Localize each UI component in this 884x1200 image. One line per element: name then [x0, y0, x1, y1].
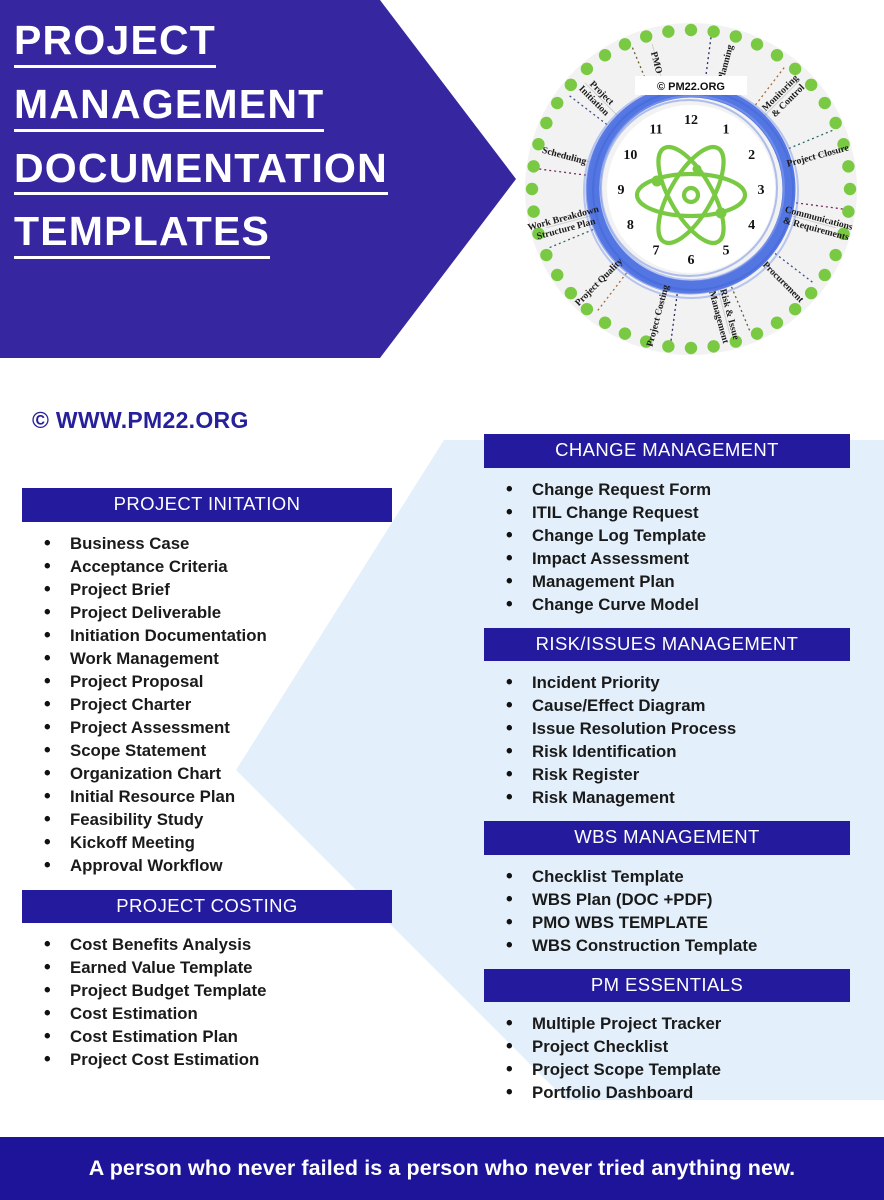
wheel-clock-number: 3 [758, 183, 765, 198]
title-line-4: TEMPLATES [14, 211, 271, 260]
wheel-brand-label: © PM22.ORG [635, 76, 747, 95]
wheel-clock-number: 9 [618, 183, 625, 198]
list-project-initation: Business Case Acceptance Criteria Projec… [22, 531, 392, 879]
wheel-clock-number: 11 [649, 122, 662, 137]
wheel-clock-number: 7 [653, 244, 660, 259]
title-line-3: DOCUMENTATION [14, 147, 388, 196]
section-header-risk-issues-management: RISK/ISSUES MANAGEMENT [484, 627, 850, 661]
list-item[interactable]: Earned Value Template [44, 955, 392, 981]
wheel-clock-number: 1 [723, 122, 730, 137]
list-item[interactable]: Cost Benefits Analysis [44, 932, 392, 958]
list-project-costing: Cost Benefits Analysis Earned Value Temp… [22, 932, 392, 1073]
list-item[interactable]: Change Curve Model [506, 592, 850, 618]
title-line-1: PROJECT [14, 19, 217, 68]
list-item[interactable]: Cause/Effect Diagram [506, 693, 850, 719]
list-item[interactable]: Issue Resolution Process [506, 716, 850, 742]
list-item[interactable]: Project Brief [44, 577, 392, 603]
list-item[interactable]: PMO WBS TEMPLATE [506, 910, 850, 936]
wheel-brand-text: © PM22.ORG [657, 81, 725, 93]
list-item[interactable]: Project Checklist [506, 1034, 850, 1060]
list-item[interactable]: Business Case [44, 531, 392, 557]
list-item[interactable]: WBS Plan (DOC +PDF) [506, 887, 850, 913]
list-item[interactable]: ITIL Change Request [506, 500, 850, 526]
wheel-clock-number: 6 [688, 253, 695, 268]
footer-quote-text: A person who never failed is a person wh… [88, 1156, 796, 1180]
list-item[interactable]: Approval Workflow [44, 853, 392, 879]
list-item[interactable]: Incident Priority [506, 670, 850, 696]
wheel-clock-number: 8 [627, 218, 634, 233]
list-item[interactable]: Cost Estimation [44, 1001, 392, 1027]
list-item[interactable]: Impact Assessment [506, 546, 850, 572]
infographic-page: PROJECT MANAGEMENT DOCUMENTATION TEMPLAT… [0, 0, 884, 1200]
list-pm-essentials: Multiple Project Tracker Project Checkli… [484, 1011, 850, 1106]
list-item[interactable]: Project Deliverable [44, 600, 392, 626]
section-header-wbs-management: WBS MANAGEMENT [484, 821, 850, 855]
pm-lifecycle-wheel: 1 2 3 4 5 6 7 8 9 10 11 12 Planning Monitoring & Cont… [503, 3, 879, 375]
list-wbs-management: Checklist Template WBS Plan (DOC +PDF) P… [484, 864, 850, 959]
list-item[interactable]: Project Scope Template [506, 1057, 850, 1083]
wheel-clock-number: 10 [623, 148, 637, 163]
list-item[interactable]: Change Request Form [506, 477, 850, 503]
list-item[interactable]: Organization Chart [44, 761, 392, 787]
section-header-project-initation: PROJECT INITATION [22, 488, 392, 522]
section-header-pm-essentials: PM ESSENTIALS [484, 968, 850, 1002]
site-url-label: © WWW.PM22.ORG [32, 407, 249, 433]
list-item[interactable]: Multiple Project Tracker [506, 1011, 850, 1037]
list-item[interactable]: Risk Management [506, 785, 850, 811]
list-item[interactable]: Cost Estimation Plan [44, 1024, 392, 1050]
list-item[interactable]: Project Budget Template [44, 978, 392, 1004]
title-banner: PROJECT MANAGEMENT DOCUMENTATION TEMPLAT… [0, 0, 516, 358]
list-item[interactable]: Project Proposal [44, 669, 392, 695]
list-item[interactable]: Project Cost Estimation [44, 1047, 392, 1073]
list-item[interactable]: Project Charter [44, 692, 392, 718]
list-change-management: Change Request Form ITIL Change Request … [484, 477, 850, 618]
list-item[interactable]: Feasibility Study [44, 807, 392, 833]
list-risk-issues-management: Incident Priority Cause/Effect Diagram I… [484, 670, 850, 811]
list-item[interactable]: Portfolio Dashboard [506, 1080, 850, 1106]
wheel-clock-number: 12 [684, 113, 698, 128]
list-item[interactable]: Work Management [44, 646, 392, 672]
title-line-2: MANAGEMENT [14, 83, 325, 132]
footer-quote-banner: A person who never failed is a person wh… [0, 1137, 884, 1200]
list-item[interactable]: Change Log Template [506, 523, 850, 549]
section-header-project-costing: PROJECT COSTING [22, 889, 392, 923]
list-item[interactable]: Checklist Template [506, 864, 850, 890]
list-item[interactable]: Risk Register [506, 762, 850, 788]
list-item[interactable]: Risk Identification [506, 739, 850, 765]
right-column: CHANGE MANAGEMENT Change Request Form IT… [484, 434, 850, 1106]
list-item[interactable]: Kickoff Meeting [44, 830, 392, 856]
wheel-clock-number: 5 [723, 244, 730, 259]
list-item[interactable]: Initial Resource Plan [44, 784, 392, 810]
left-column: PROJECT INITATION Business Case Acceptan… [22, 488, 392, 1073]
list-item[interactable]: Project Assessment [44, 715, 392, 741]
list-item[interactable]: Acceptance Criteria [44, 554, 392, 580]
wheel-clock-number: 2 [748, 148, 755, 163]
section-header-change-management: CHANGE MANAGEMENT [484, 434, 850, 468]
list-item[interactable]: Management Plan [506, 569, 850, 595]
wheel-clock-number: 4 [748, 218, 755, 233]
list-item[interactable]: WBS Construction Template [506, 933, 850, 959]
list-item[interactable]: Scope Statement [44, 738, 392, 764]
list-item[interactable]: Initiation Documentation [44, 623, 392, 649]
